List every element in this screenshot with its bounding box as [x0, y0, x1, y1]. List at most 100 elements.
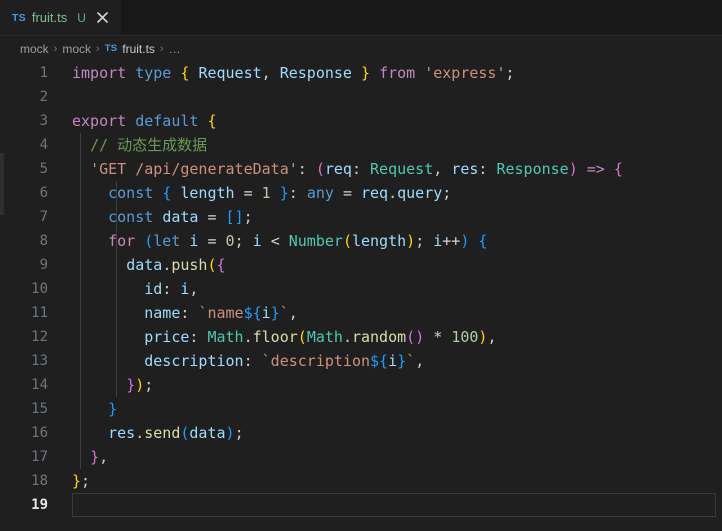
token-property: query — [397, 184, 443, 202]
token-bracket: ] — [234, 208, 244, 226]
token-variable: req — [361, 184, 389, 202]
token-import-binding: Request — [198, 64, 262, 82]
token-bracket: { — [478, 232, 488, 250]
line-number: 9 — [39, 257, 48, 273]
tab-fruit-ts[interactable]: TS fruit.ts U — [0, 0, 121, 35]
token-keyword: const — [108, 184, 154, 202]
code-line[interactable]: 4 // 动态生成数据 — [0, 133, 722, 157]
code-line[interactable]: 11 name: `name${i}`, — [0, 301, 722, 325]
code-line[interactable]: 6 const { length = 1 }: any = req.query; — [0, 181, 722, 205]
token-variable: i — [261, 304, 271, 322]
token-template-string: `name — [198, 304, 244, 322]
token-bracket: } — [108, 400, 118, 418]
token-comment: // 动态生成数据 — [90, 136, 208, 154]
line-content: export default { — [62, 109, 722, 133]
line-number: 18 — [31, 473, 48, 489]
code-line[interactable]: 13 description: `description${i}`, — [0, 349, 722, 373]
token-bracket: { — [162, 184, 172, 202]
code-line[interactable]: 12 price: Math.floor(Math.random() * 100… — [0, 325, 722, 349]
token-keyword: type — [135, 64, 172, 82]
line-number: 6 — [39, 185, 48, 201]
token-template-string: ` — [406, 352, 416, 370]
token-type: Math — [207, 328, 244, 346]
token-bracket: } — [361, 64, 371, 82]
code-line[interactable]: 2 — [0, 85, 722, 109]
breadcrumb-item-file[interactable]: fruit.ts — [122, 42, 155, 56]
line-content: const data = []; — [108, 208, 253, 226]
token-bracket: ( — [406, 328, 416, 346]
token-import-binding: Response — [279, 64, 352, 82]
line-content: description: `description${i}`, — [144, 352, 425, 370]
line-content: price: Math.floor(Math.random() * 100), — [144, 328, 497, 346]
tab-bar-empty-space — [120, 0, 722, 35]
line-content: data.push({ — [126, 256, 226, 274]
token-number: 100 — [451, 328, 479, 346]
code-line[interactable]: 15 } — [0, 397, 722, 421]
token-function: send — [144, 424, 181, 442]
chevron-right-icon: › — [53, 42, 58, 55]
token-function: random — [351, 328, 407, 346]
token-function: Number — [288, 232, 343, 250]
code-line[interactable]: 1 import type { Request, Response } from… — [0, 61, 722, 85]
code-line[interactable]: 18 }; — [0, 469, 722, 493]
token-keyword: import — [72, 64, 127, 82]
chevron-right-icon: › — [159, 42, 164, 55]
line-content: for (let i = 0; i < Number(length); i++)… — [108, 232, 488, 250]
token-bracket: ) — [568, 160, 578, 178]
token-variable: i — [388, 352, 398, 370]
line-number: 5 — [39, 161, 48, 177]
code-line[interactable]: 17 }, — [0, 445, 722, 469]
token-template-interp: ${ — [243, 304, 262, 322]
token-template-interp: } — [397, 352, 407, 370]
breadcrumb-item-mock-2[interactable]: mock — [62, 42, 91, 56]
token-variable: res — [108, 424, 136, 442]
line-content: id: i, — [144, 280, 199, 298]
token-variable: data — [126, 256, 163, 274]
token-function: push — [171, 256, 208, 274]
token-variable: length — [180, 184, 235, 202]
code-line[interactable]: 14 }); — [0, 373, 722, 397]
code-line[interactable]: 8 for (let i = 0; i < Number(length); i+… — [0, 229, 722, 253]
line-number: 7 — [39, 209, 48, 225]
token-variable: data — [162, 208, 199, 226]
token-bracket: ) — [415, 328, 425, 346]
breadcrumb-overflow[interactable]: … — [169, 42, 182, 56]
token-template-string: ` — [279, 304, 289, 322]
line-number: 19 — [31, 497, 48, 513]
token-type: Math — [306, 328, 343, 346]
token-bracket: ) — [406, 232, 416, 250]
line-number: 14 — [31, 377, 48, 393]
token-type: any — [306, 184, 334, 202]
code-line[interactable]: 5 'GET /api/generateData': (req: Request… — [0, 157, 722, 181]
code-line[interactable]: 3 export default { — [0, 109, 722, 133]
breadcrumb-item-mock-1[interactable]: mock — [20, 42, 49, 56]
token-template-string: `description — [261, 352, 371, 370]
code-line[interactable]: 9 data.push({ — [0, 253, 722, 277]
token-type: Request — [370, 160, 434, 178]
code-line[interactable]: 7 const data = []; — [0, 205, 722, 229]
line-number: 8 — [39, 233, 48, 249]
token-property: price — [144, 328, 190, 346]
code-line-active[interactable]: 19 — [0, 493, 722, 517]
code-line[interactable]: 10 id: i, — [0, 277, 722, 301]
token-property: name — [144, 304, 181, 322]
code-editor[interactable]: 1 import type { Request, Response } from… — [0, 61, 722, 531]
chevron-right-icon: › — [96, 42, 100, 55]
active-line-highlight — [72, 493, 716, 517]
line-number: 15 — [31, 401, 48, 417]
typescript-file-icon: TS — [12, 11, 26, 24]
token-property: id — [144, 280, 163, 298]
code-content[interactable]: 1 import type { Request, Response } from… — [0, 61, 722, 517]
token-bracket: { — [207, 112, 217, 130]
typescript-file-icon: TS — [104, 43, 118, 54]
line-content: } — [62, 397, 722, 421]
token-bracket: } — [126, 376, 136, 394]
token-bracket: ( — [207, 256, 217, 274]
token-bracket: { — [216, 256, 226, 274]
line-number: 3 — [39, 113, 48, 129]
token-variable: i — [433, 232, 443, 250]
editor-tab-bar: TS fruit.ts U — [0, 0, 722, 36]
close-icon[interactable] — [94, 9, 112, 27]
token-bracket: ) — [225, 424, 235, 442]
code-line[interactable]: 16 res.send(data); — [0, 421, 722, 445]
